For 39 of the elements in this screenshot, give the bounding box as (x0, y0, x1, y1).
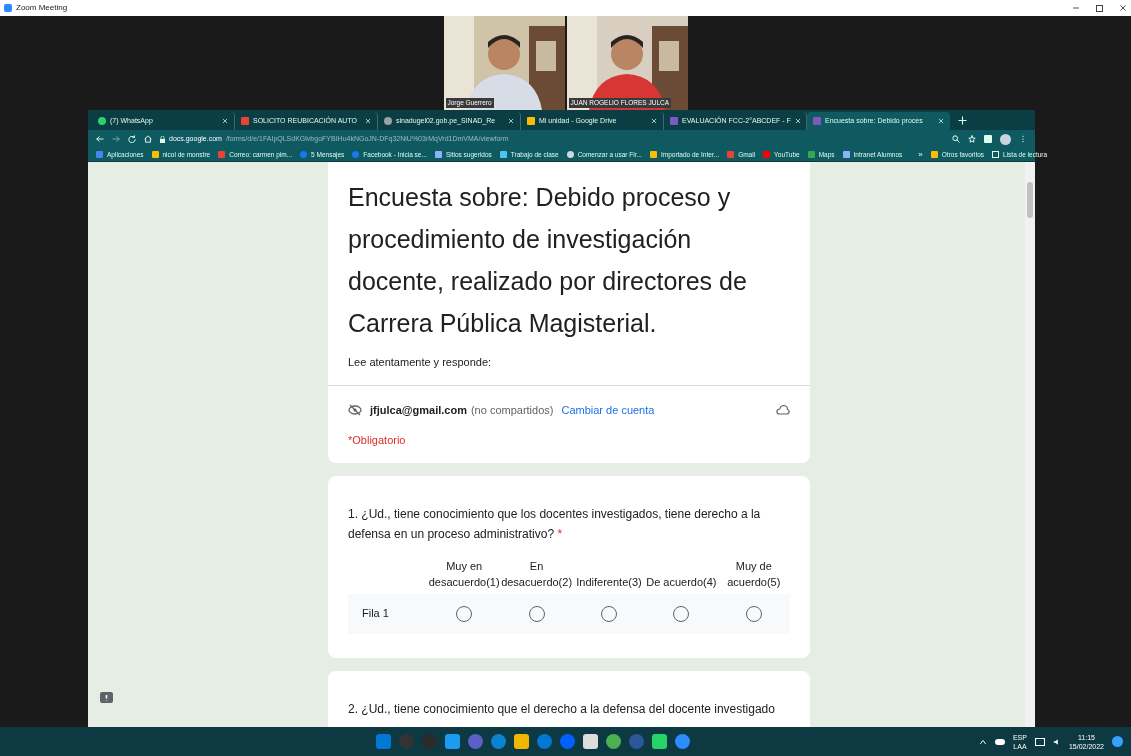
avatar-icon[interactable] (1000, 133, 1011, 145)
new-tab-icon[interactable] (958, 115, 967, 125)
taskbar-app-icon[interactable] (652, 734, 668, 749)
taskbar-app-icon[interactable] (675, 734, 691, 749)
home-icon[interactable] (144, 135, 152, 143)
question-text: 1. ¿Ud., tiene conocimiento que los docentes investigados, tiene derecho a la defensa en un proceso administrativo? * (348, 505, 762, 543)
column-header: De acuerdo(4) (645, 574, 718, 590)
sharing-note: (no compartidos) (470, 402, 554, 418)
form-description: Lee atentamente y responde: (347, 355, 493, 370)
star-icon[interactable] (968, 135, 976, 143)
back-icon[interactable] (96, 135, 104, 143)
hidden-eye-icon (348, 403, 362, 416)
column-header: Muy de acuerdo(5) (726, 558, 782, 590)
taskbar-app-icon[interactable] (606, 734, 622, 749)
taskbar-app-icon[interactable] (445, 734, 461, 749)
restore-button[interactable] (1096, 4, 1103, 12)
reload-icon[interactable] (128, 135, 136, 143)
close-icon[interactable] (1119, 4, 1127, 12)
menu-icon[interactable] (1019, 135, 1027, 143)
window-title: Zoom Meeting (16, 2, 68, 14)
column-header: Indiferente(3) (575, 574, 643, 590)
column-header: Muy en desacuerdo(1) (428, 558, 501, 590)
forward-icon[interactable] (112, 135, 120, 143)
taskbar-app-icon[interactable] (514, 734, 530, 749)
question-text: 2. ¿Ud., tiene conocimiento que el derecho a la defensa del docente investigado (348, 700, 776, 718)
report-icon[interactable] (100, 692, 113, 705)
required-note: *Obligatorio (347, 433, 407, 448)
row-label: Fila 1 (361, 606, 390, 622)
account-email: jfjulca@gmail.com (370, 402, 467, 418)
switch-account-link[interactable]: Cambiar de cuenta (561, 401, 655, 418)
chevron-icon[interactable] (978, 737, 987, 746)
form-title: Encuesta sobre: Debido proceso y procedimiento de investigación docente, realizado por directores de Carrera Pública Magisterial. (347, 182, 748, 339)
search-icon[interactable] (952, 135, 960, 143)
more-bookmarks-button[interactable]: » (918, 148, 923, 161)
scrollbar[interactable] (1025, 162, 1035, 727)
speaker-icon[interactable] (1052, 737, 1061, 746)
column-header: En desacuerdo(2) (500, 558, 573, 590)
notification-icon[interactable] (1112, 736, 1123, 747)
taskbar-app-icon[interactable] (583, 734, 599, 749)
